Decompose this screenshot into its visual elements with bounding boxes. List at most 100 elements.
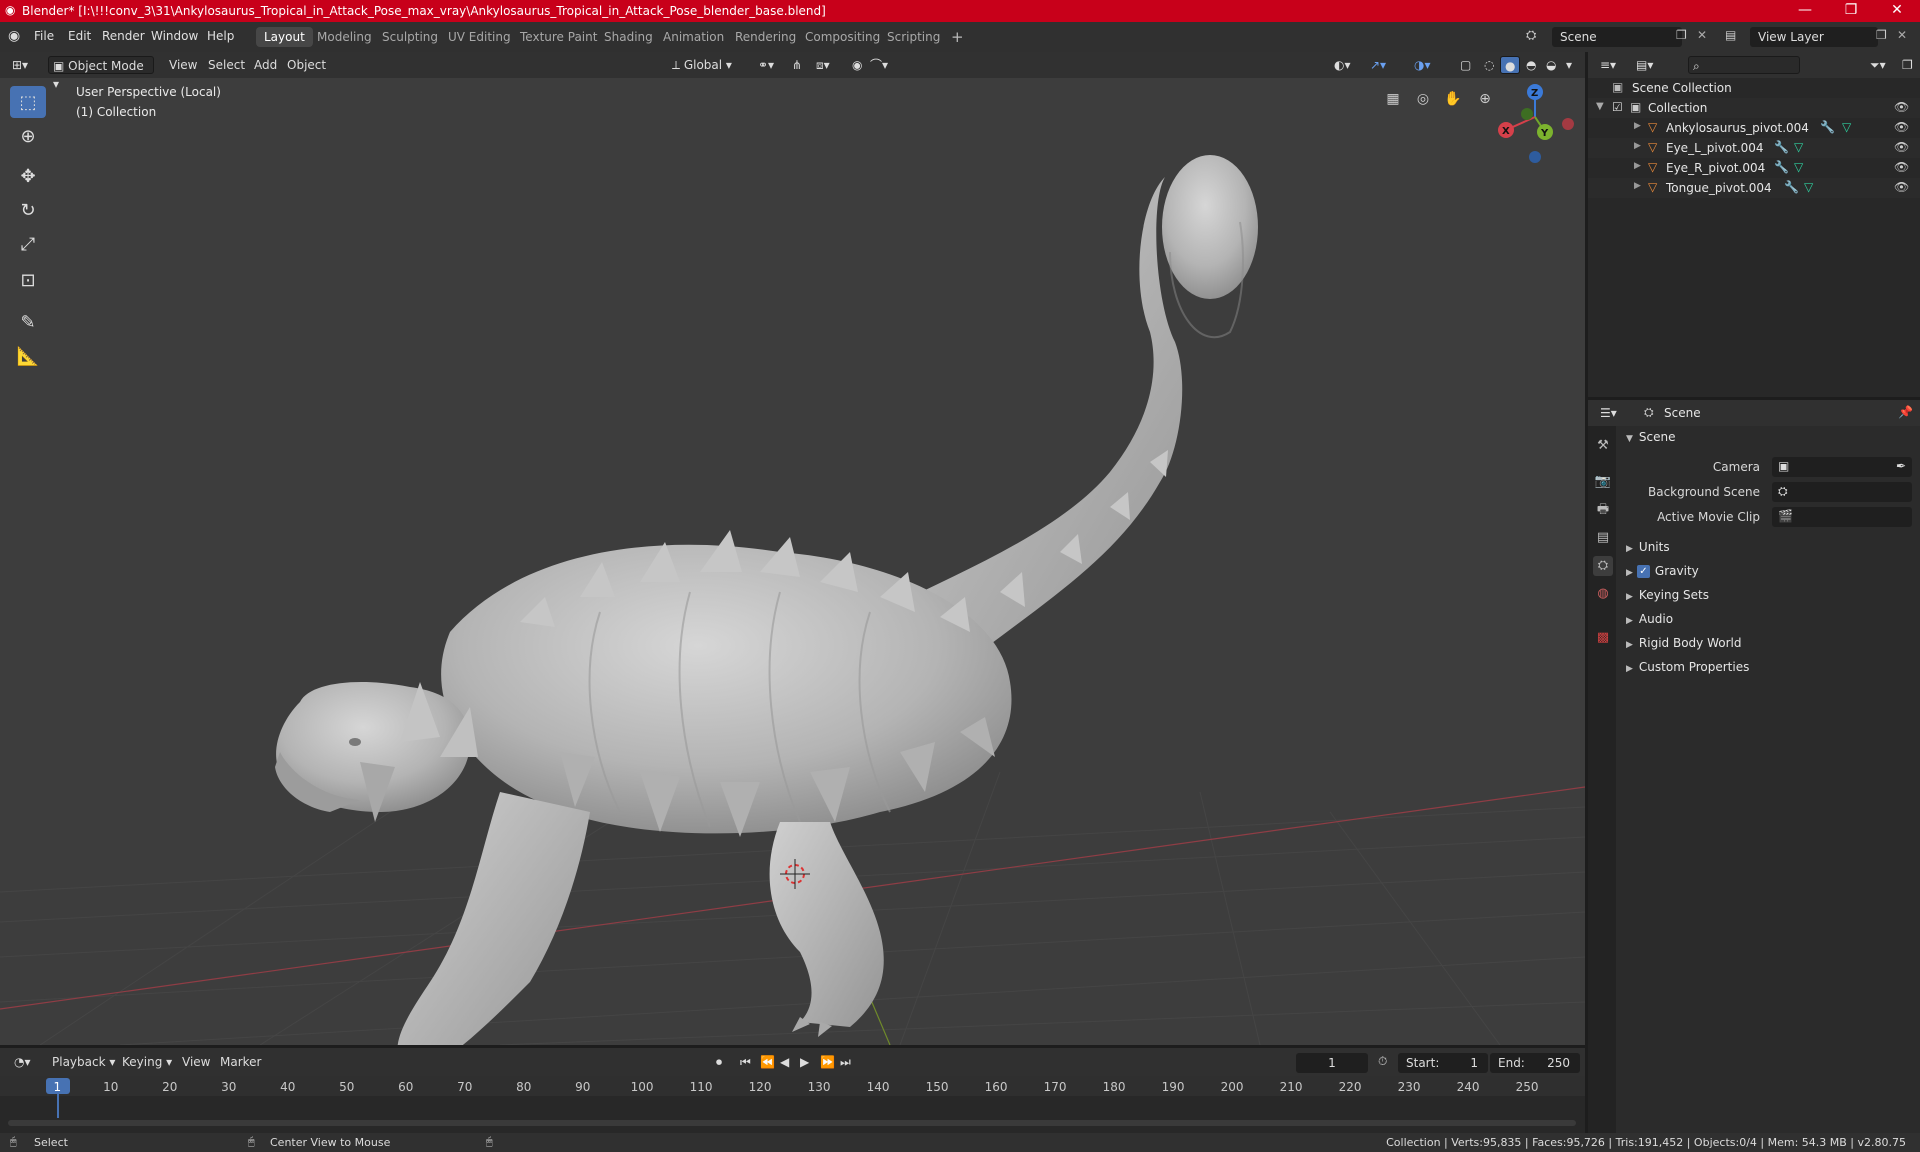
menu-window[interactable]: Window	[151, 29, 198, 43]
xray-toggle-icon[interactable]: ▢	[1456, 56, 1475, 74]
view-layer-browse-icon[interactable]: ▤	[1725, 28, 1736, 42]
gravity-checkbox[interactable]: ✓	[1636, 565, 1650, 578]
record-keyframes-icon[interactable]: ⏺	[712, 1053, 726, 1071]
menu-edit[interactable]: Edit	[68, 29, 91, 43]
ankylosaurus-model[interactable]	[275, 155, 1258, 1045]
jump-start-icon[interactable]: ⏮	[736, 1053, 755, 1071]
tab-animation[interactable]: Animation	[655, 27, 732, 47]
mode-selector[interactable]: ▣ Object Mode ▾	[48, 56, 154, 91]
measure-tool-icon[interactable]: 📐	[10, 340, 46, 372]
viewport-menu-select[interactable]: Select	[204, 56, 249, 74]
navigation-gizmo[interactable]: Z X Y	[1498, 84, 1574, 163]
shading-solid-icon[interactable]: ●	[1500, 56, 1521, 74]
outliner-collection[interactable]: ▼ ☑ ▣ Collection 👁	[1588, 98, 1920, 118]
visibility-eye-icon[interactable]: 👁	[1894, 160, 1909, 174]
pin-icon[interactable]: 📌	[1898, 405, 1913, 419]
outliner-search-input[interactable]: ⌕	[1688, 56, 1800, 74]
rotate-tool-icon[interactable]: ↻	[10, 194, 46, 226]
shading-material-icon[interactable]: ◓	[1522, 56, 1540, 74]
menu-file[interactable]: File	[34, 29, 54, 43]
world-tab-icon[interactable]: ◍	[1593, 584, 1613, 604]
view-layer-field[interactable]: View Layer	[1750, 27, 1878, 47]
toggle-grid-icon[interactable]: ▦	[1380, 86, 1406, 112]
orientation-selector[interactable]: ⟂ Global ▾	[668, 56, 736, 74]
zoom-icon[interactable]: ⊕	[1472, 86, 1498, 112]
modifier-wrench-icon[interactable]: 🔧	[1774, 160, 1789, 174]
camera-field[interactable]: ▣ ✒	[1772, 457, 1912, 477]
delete-scene-icon[interactable]: ✕	[1697, 28, 1707, 42]
current-frame-field[interactable]: 1	[1296, 1053, 1368, 1073]
pivot-point-icon[interactable]: ⚭▾	[754, 56, 778, 74]
snap-target-icon[interactable]: ⧈▾	[812, 56, 834, 74]
add-workspace-button[interactable]: +	[943, 27, 972, 47]
outliner-object-row[interactable]: ▶ ▽ Ankylosaurus_pivot.004 🔧 ▽ 👁	[1588, 118, 1920, 138]
gizmo-toggle-icon[interactable]: ↗▾	[1366, 56, 1390, 74]
outliner-editor-type-icon[interactable]: ≡▾	[1596, 56, 1620, 74]
menu-render[interactable]: Render	[102, 29, 145, 43]
new-collection-icon[interactable]: ❐	[1898, 56, 1917, 74]
timeline-menu-playback[interactable]: Playback ▾	[48, 1053, 119, 1071]
mesh-data-icon[interactable]: ▽	[1804, 180, 1813, 194]
snap-icon[interactable]: ⋔	[788, 56, 806, 74]
active-movie-clip-field[interactable]: 🎬	[1772, 507, 1912, 527]
visibility-eye-icon[interactable]: 👁	[1894, 180, 1909, 194]
maximize-button[interactable]: ❐	[1828, 0, 1874, 22]
modifier-wrench-icon[interactable]: 🔧	[1784, 180, 1799, 194]
menu-help[interactable]: Help	[207, 29, 234, 43]
pan-hand-icon[interactable]: ✋	[1440, 86, 1466, 112]
view-layer-tab-icon[interactable]: ▤	[1593, 528, 1613, 548]
viewport-menu-view[interactable]: View	[165, 56, 201, 74]
modifier-wrench-icon[interactable]: 🔧	[1774, 140, 1789, 154]
timeline-scrollbar[interactable]	[8, 1120, 1576, 1126]
3d-viewport[interactable]: Z X Y User Perspective (Local) (1) Colle…	[0, 52, 1585, 1045]
shading-options-icon[interactable]: ▾	[1562, 56, 1576, 74]
eyedropper-icon[interactable]: ✒	[1896, 459, 1906, 473]
output-tab-icon[interactable]: 🖶	[1593, 500, 1613, 520]
outliner-scene-collection[interactable]: ▣ Scene Collection	[1588, 78, 1920, 98]
custom-properties-panel-header[interactable]: ▶ Custom Properties	[1620, 656, 1916, 678]
blender-menu-icon[interactable]: ◉	[8, 28, 20, 44]
tab-sculpting[interactable]: Sculpting	[374, 27, 446, 47]
new-scene-icon[interactable]: ❐	[1676, 28, 1687, 42]
play-reverse-icon[interactable]: ◀	[776, 1053, 793, 1071]
preview-range-icon[interactable]: ⏱	[1378, 1054, 1387, 1069]
units-panel-header[interactable]: ▶ Units	[1620, 536, 1916, 558]
shading-rendered-icon[interactable]: ◒	[1542, 56, 1560, 74]
background-scene-field[interactable]: ⛭	[1772, 482, 1912, 502]
move-tool-icon[interactable]: ✥	[10, 160, 46, 192]
scene-tab-icon[interactable]: ⛭	[1593, 556, 1613, 576]
filter-icon[interactable]: ⏷▾	[1866, 56, 1890, 74]
outliner-object-row[interactable]: ▶ ▽ Eye_L_pivot.004 🔧 ▽ 👁	[1588, 138, 1920, 158]
display-mode-icon[interactable]: ▤▾	[1632, 56, 1657, 74]
scene-panel-header[interactable]: ▼ Scene	[1620, 426, 1916, 448]
mesh-data-icon[interactable]: ▽	[1794, 160, 1803, 174]
gravity-panel-header[interactable]: ▶ ✓ Gravity	[1620, 560, 1916, 582]
mesh-data-icon[interactable]: ▽	[1794, 140, 1803, 154]
viewport-menu-add[interactable]: Add	[250, 56, 281, 74]
shading-wireframe-icon[interactable]: ◌	[1480, 56, 1498, 74]
scale-tool-icon[interactable]: ⤢	[10, 228, 46, 260]
tab-uv-editing[interactable]: UV Editing	[440, 27, 519, 47]
keying-sets-panel-header[interactable]: ▶ Keying Sets	[1620, 584, 1916, 606]
outliner-object-row[interactable]: ▶ ▽ Tongue_pivot.004 🔧 ▽ 👁	[1588, 178, 1920, 198]
tab-modeling[interactable]: Modeling	[309, 27, 380, 47]
viewport-menu-object[interactable]: Object	[283, 56, 330, 74]
visibility-eye-icon[interactable]: 👁	[1894, 120, 1909, 134]
end-frame-field[interactable]: End: 250	[1490, 1053, 1580, 1073]
falloff-icon[interactable]: ⌒▾	[866, 56, 892, 74]
timeline-editor-type-icon[interactable]: ◔▾	[10, 1053, 35, 1071]
tab-layout[interactable]: Layout	[256, 27, 313, 47]
scene-name-field[interactable]: Scene	[1552, 27, 1682, 47]
expand-chevron-icon[interactable]: ▶	[1634, 141, 1641, 151]
play-icon[interactable]: ▶	[796, 1053, 813, 1071]
tab-compositing[interactable]: Compositing	[797, 27, 888, 47]
mesh-data-icon[interactable]: ▽	[1842, 120, 1851, 134]
rigid-body-world-panel-header[interactable]: ▶ Rigid Body World	[1620, 632, 1916, 654]
audio-panel-header[interactable]: ▶ Audio	[1620, 608, 1916, 630]
modifier-wrench-icon[interactable]: 🔧	[1820, 120, 1835, 134]
jump-end-icon[interactable]: ⏭	[836, 1053, 855, 1071]
cursor-tool-icon[interactable]: ⊕	[10, 120, 46, 152]
texture-tab-icon[interactable]: ▩	[1593, 628, 1613, 648]
expand-chevron-icon[interactable]: ▶	[1634, 121, 1641, 131]
minimize-button[interactable]: —	[1782, 0, 1828, 22]
